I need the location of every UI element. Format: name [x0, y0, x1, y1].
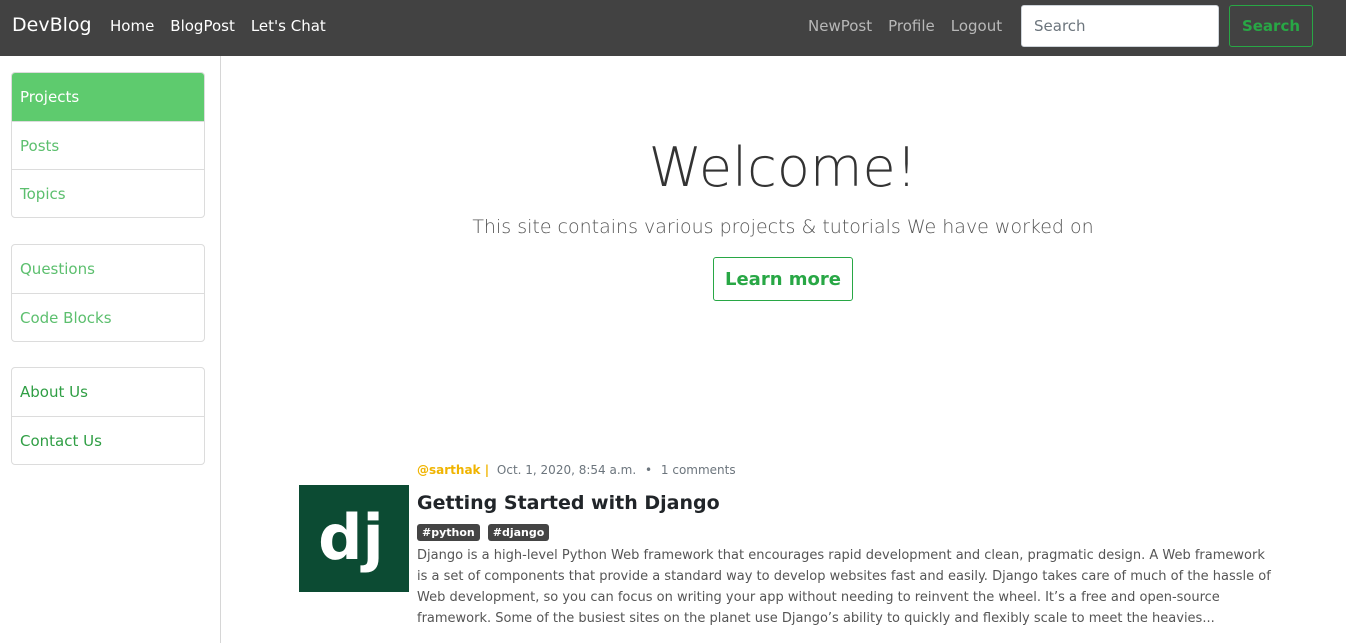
sidebar-item-projects[interactable]: Projects [12, 73, 204, 121]
post-date: Oct. 1, 2020, 8:54 a.m. [496, 463, 637, 477]
post-title-link[interactable]: Getting Started with Django [417, 492, 720, 514]
post-meta: @sarthak | Oct. 1, 2020, 8:54 a.m. • 1 c… [417, 463, 736, 477]
nav-chat-link[interactable]: Let's Chat [251, 17, 326, 35]
post-comments-count[interactable]: 1 comments [661, 463, 736, 477]
navbar: DevBlog Home BlogPost Let's Chat NewPost… [0, 0, 1346, 56]
sidebar-item-contact[interactable]: Contact Us [12, 416, 204, 464]
sidebar-item-code-blocks[interactable]: Code Blocks [12, 293, 204, 341]
nav-newpost-link[interactable]: NewPost [808, 17, 872, 35]
post-thumbnail[interactable]: dj [299, 485, 409, 592]
brand-link[interactable]: DevBlog [12, 14, 92, 36]
sidebar: Projects Posts Topics Questions Code Blo… [0, 56, 221, 643]
sidebar-group-help: Questions Code Blocks [11, 244, 205, 342]
django-logo-text: dj [318, 501, 384, 574]
hero-title: Welcome! [648, 136, 918, 199]
sidebar-group-content: Projects Posts Topics [11, 72, 205, 218]
tag-python[interactable]: #python [417, 524, 480, 541]
search-input[interactable] [1021, 5, 1219, 47]
sidebar-item-questions[interactable]: Questions [12, 245, 204, 293]
sidebar-item-topics[interactable]: Topics [12, 169, 204, 217]
hero-subtitle: This site contains various projects & tu… [472, 216, 1094, 238]
learn-more-button[interactable]: Learn more [713, 257, 853, 301]
nav-home-link[interactable]: Home [110, 17, 154, 35]
search-button[interactable]: Search [1229, 5, 1313, 47]
tag-django[interactable]: #django [487, 524, 550, 541]
django-logo-icon: dj [318, 501, 384, 574]
nav-logout-link[interactable]: Logout [951, 17, 1002, 35]
post-author-link[interactable]: @sarthak | [417, 463, 489, 477]
post-tags: #python #django [417, 524, 550, 541]
nav-left: Home BlogPost Let's Chat [110, 17, 326, 35]
sidebar-item-posts[interactable]: Posts [12, 121, 204, 169]
sidebar-item-about[interactable]: About Us [12, 368, 204, 416]
sidebar-group-info: About Us Contact Us [11, 367, 205, 465]
post-excerpt: Django is a high-level Python Web framew… [417, 548, 1271, 626]
meta-separator: • [644, 463, 653, 477]
nav-blogpost-link[interactable]: BlogPost [170, 17, 235, 35]
nav-right: NewPost Profile Logout [808, 17, 1002, 35]
nav-profile-link[interactable]: Profile [888, 17, 935, 35]
